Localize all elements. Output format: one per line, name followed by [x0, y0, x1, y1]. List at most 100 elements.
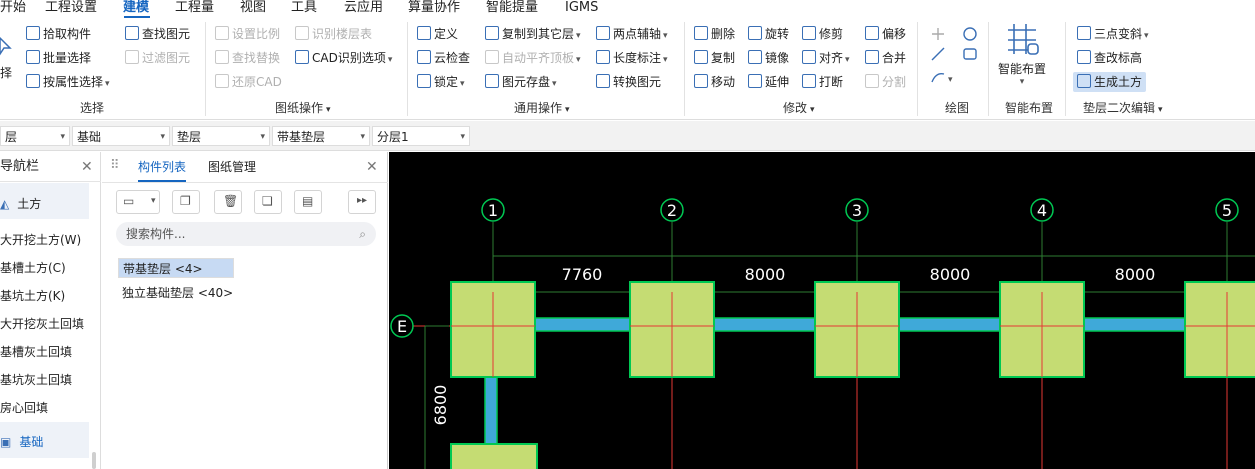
nav-item[interactable]: 基坑土方(K)	[0, 287, 65, 304]
component-select[interactable]: 带基垫层 ▾	[272, 126, 370, 146]
trim-icon	[802, 26, 816, 40]
menu-collab[interactable]: 算量协作	[408, 0, 460, 18]
merge-icon	[865, 50, 879, 64]
check-elevation-button[interactable]: 查改标高	[1077, 48, 1142, 68]
more-button[interactable]: ▸▸	[348, 190, 376, 214]
extend-button[interactable]: 延伸	[748, 72, 789, 92]
set-scale-button[interactable]: 设置比例	[215, 24, 280, 44]
draw-tools[interactable]: ▾	[928, 26, 988, 98]
axis-label-3: 3	[852, 201, 862, 220]
menu-project-settings[interactable]: 工程设置	[45, 0, 97, 18]
mirror-icon	[748, 50, 762, 64]
floor-select[interactable]: 层 ▾	[0, 126, 70, 146]
menu-smart-quantity[interactable]: 智能提量	[486, 0, 538, 18]
define-button[interactable]: 定义	[417, 24, 458, 44]
ribbon-separator	[1065, 22, 1066, 116]
find-element-button[interactable]: 查找图元	[125, 24, 190, 44]
cushion-group-title: 垫层二次编辑 ▾	[1083, 101, 1163, 115]
rotate-button[interactable]: 旋转	[748, 24, 789, 44]
batch-select-button[interactable]: 批量选择	[26, 48, 91, 68]
menu-tools[interactable]: 工具	[291, 0, 317, 18]
component-item-strip-cushion[interactable]: 带基垫层 <4>	[118, 258, 234, 278]
selector-bar: 层 ▾ 基础 ▾ 垫层 ▾ 带基垫层 ▾ 分层1 ▾	[0, 121, 1255, 151]
axis-label-e: E	[397, 317, 407, 336]
three-point-slope-button[interactable]: 三点变斜 ▾	[1077, 24, 1149, 44]
drag-handle-icon[interactable]: ⠿	[110, 158, 120, 173]
select-by-attribute-button[interactable]: 按属性选择 ▾	[26, 72, 110, 92]
menu-start[interactable]: 开始	[0, 0, 26, 18]
trim-button[interactable]: 修剪	[802, 24, 843, 44]
duplicate-component-button[interactable]: ❏	[254, 190, 282, 214]
strip-cushion	[484, 376, 498, 446]
select-big-button[interactable]: 择	[0, 34, 14, 84]
category-select[interactable]: 基础 ▾	[72, 126, 170, 146]
smart-layout-icon	[1008, 24, 1039, 55]
menu-cloud[interactable]: 云应用	[344, 0, 383, 18]
nav-item[interactable]: 大开挖灰土回填	[0, 315, 84, 332]
nav-item[interactable]: 基坑灰土回填	[0, 371, 72, 388]
align-button[interactable]: 对齐 ▾	[802, 48, 850, 68]
vertical-dim-label: 6800	[431, 385, 450, 426]
lock-button[interactable]: 锁定 ▾	[417, 72, 465, 92]
copy-to-layer-button[interactable]: 复制到其它层 ▾	[485, 24, 581, 44]
menu-bar: 开始 工程设置 建模 工程量 视图 工具 云应用 算量协作 智能提量 IGMS	[0, 0, 1255, 18]
nav-earthwork-category[interactable]: ◭ 土方	[0, 195, 41, 212]
convert-element-button[interactable]: 转换图元	[596, 72, 661, 92]
copy-component-button[interactable]: ❐	[172, 190, 200, 214]
cad-drawing[interactable]: 1 2 3 4 5 E 7760 8000 8000 8000 6800	[389, 152, 1255, 469]
find-replace-button[interactable]: 查找替换	[215, 48, 280, 68]
merge-button[interactable]: 合并	[865, 48, 906, 68]
tab-drawing-management[interactable]: 图纸管理	[208, 152, 256, 182]
cad-options-button[interactable]: CAD识别选项 ▾	[295, 48, 392, 68]
delete-button[interactable]: 删除	[694, 24, 735, 44]
define-icon	[417, 26, 431, 40]
move-button[interactable]: 移动	[694, 72, 735, 92]
search-input[interactable]: 搜索构件... ⌕	[116, 222, 376, 246]
isolated-pads[interactable]	[450, 281, 1255, 469]
close-icon[interactable]: ✕	[366, 159, 378, 175]
nav-item[interactable]: 大开挖土方(W)	[0, 231, 81, 248]
offset-button[interactable]: 偏移	[865, 24, 906, 44]
split-button[interactable]: 分割	[865, 72, 906, 92]
copy-icon	[694, 50, 708, 64]
layer-select[interactable]: 分层1 ▾	[372, 126, 470, 146]
new-component-button[interactable]: ▭ ▾	[116, 190, 160, 214]
delete-component-button[interactable]: 🗑	[214, 190, 242, 214]
restore-cad-button[interactable]: 还原CAD	[215, 72, 282, 92]
pick-component-button[interactable]: 拾取构件	[26, 24, 91, 44]
identify-floor-table-button[interactable]: 识别楼层表	[295, 24, 372, 44]
drawing-canvas[interactable]: 1 2 3 4 5 E 7760 8000 8000 8000 6800	[389, 152, 1255, 469]
filter-icon	[125, 50, 139, 64]
axis-icon	[596, 26, 610, 40]
strip-cushion	[1083, 317, 1187, 332]
smart-layout-button[interactable]: 智能布置 ▾	[994, 22, 1050, 94]
generate-earthwork-button[interactable]: 生成土方	[1073, 72, 1147, 92]
length-dim-button[interactable]: 长度标注 ▾	[596, 48, 668, 68]
type-select[interactable]: 垫层 ▾	[172, 126, 270, 146]
ribbon-separator	[917, 22, 918, 116]
nav-scrollbar[interactable]	[92, 452, 96, 469]
menu-quantity[interactable]: 工程量	[175, 0, 214, 18]
nav-foundation-category[interactable]: ▣ 基础	[0, 433, 43, 450]
two-point-axis-button[interactable]: 两点辅轴 ▾	[596, 24, 668, 44]
nav-item[interactable]: 基槽土方(C)	[0, 259, 66, 276]
copy-button[interactable]: 复制	[694, 48, 735, 68]
smart-group-title: 智能布置	[1005, 101, 1054, 115]
convert-icon	[596, 74, 610, 88]
break-button[interactable]: 打断	[802, 72, 843, 92]
tab-component-list[interactable]: 构件列表	[138, 152, 187, 182]
menu-view[interactable]: 视图	[240, 0, 266, 18]
cloud-check-button[interactable]: 云检查	[417, 48, 470, 68]
filter-element-button[interactable]: 过滤图元	[125, 48, 190, 68]
layers-icon: ❏	[262, 194, 273, 208]
close-icon[interactable]: ✕	[81, 152, 93, 182]
save-component-button[interactable]: ▤	[294, 190, 322, 214]
nav-item[interactable]: 基槽灰土回填	[0, 343, 72, 360]
menu-igms[interactable]: IGMS	[565, 0, 598, 18]
split-icon	[865, 74, 879, 88]
component-item-isolated-cushion[interactable]: 独立基础垫层 <40>	[118, 283, 237, 303]
auto-align-slab-button[interactable]: 自动平齐顶板 ▾	[485, 48, 581, 68]
mirror-button[interactable]: 镜像	[748, 48, 789, 68]
nav-item[interactable]: 房心回填	[0, 399, 48, 416]
element-save-button[interactable]: 图元存盘 ▾	[485, 72, 557, 92]
